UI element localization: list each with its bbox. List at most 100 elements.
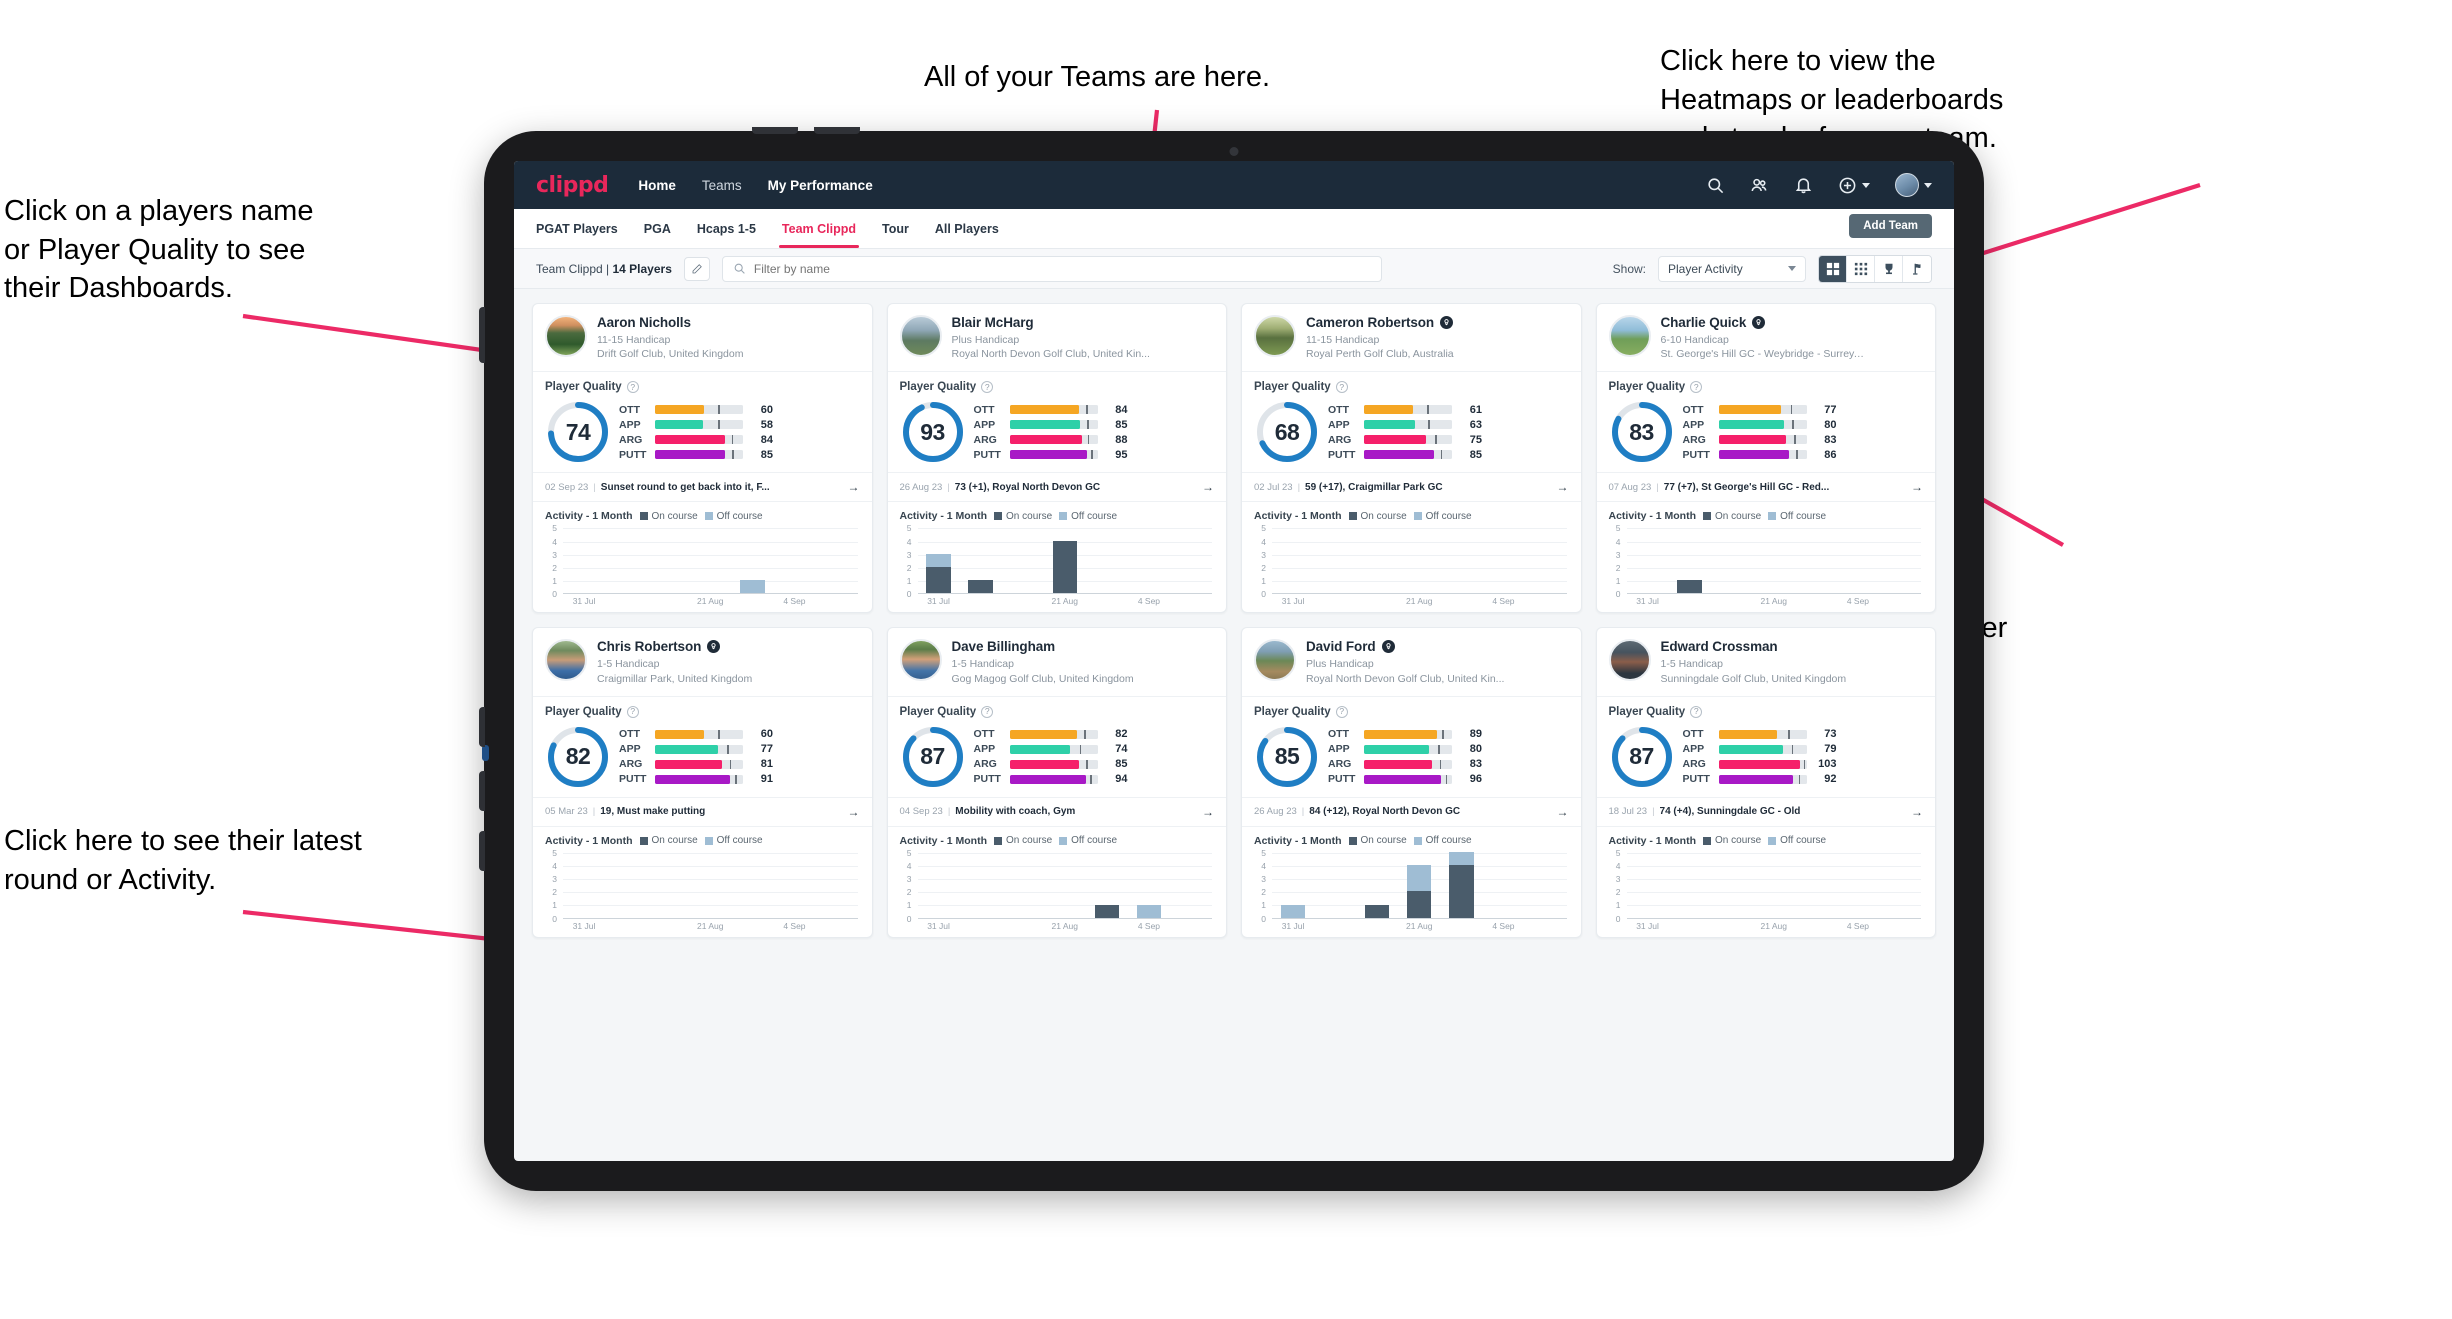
help-icon[interactable]: ?: [626, 705, 639, 718]
edit-team-button[interactable]: [683, 256, 710, 281]
help-icon[interactable]: ?: [1690, 381, 1703, 394]
player-card-header[interactable]: Charlie Quick 6-10 Handicap St. George's H…: [1596, 304, 1935, 373]
player-card[interactable]: Edward Crossman 1-5 Handicap Sunningdale G…: [1595, 627, 1936, 938]
stacked-bar[interactable]: [1136, 904, 1162, 918]
help-icon[interactable]: ?: [1335, 705, 1348, 718]
stacked-bar[interactable]: [740, 580, 765, 594]
player-quality-section[interactable]: Player Quality? 85 OTT 89 APP 80 ARG 83 PUTT 96: [1242, 697, 1581, 797]
volume-down-button[interactable]: [814, 127, 860, 134]
avatar[interactable]: [1254, 315, 1296, 357]
avatar[interactable]: [1608, 639, 1651, 682]
player-name-row[interactable]: Edward Crossman: [1661, 639, 1847, 654]
player-name[interactable]: Cameron Robertson: [1306, 315, 1434, 330]
latest-round-row[interactable]: 02 Jul 23 | 59 (+17), Craigmillar Park GC →: [1242, 472, 1581, 503]
player-quality-section[interactable]: Player Quality? 83 OTT 77 APP 80 ARG 83 PUTT 86: [1597, 372, 1936, 472]
avatar[interactable]: [899, 639, 942, 682]
arrow-right-icon[interactable]: →: [1557, 805, 1569, 819]
volume-up-button[interactable]: [752, 127, 798, 134]
latest-round-row[interactable]: 26 Aug 23 | 84 (+12), Royal North Devon GC…: [1242, 796, 1581, 827]
view-heatmap-button[interactable]: [1903, 255, 1931, 282]
player-quality-section[interactable]: Player Quality? 93 OTT 84 APP 85 ARG 88 PUTT 95: [888, 372, 1227, 472]
player-card[interactable]: Chris Robertson 1-5 Handicap Craigmillar P…: [532, 627, 873, 938]
player-card-header[interactable]: David Ford Plus Handicap Royal North Devon…: [1242, 628, 1581, 697]
latest-round-row[interactable]: 18 Jul 23 | 74 (+4), Sunningdale GC - Old →: [1596, 796, 1935, 827]
player-card-header[interactable]: Dave Billingham 1-5 Handicap Gog Magog Gol…: [887, 628, 1226, 697]
player-name-row[interactable]: Charlie Quick: [1661, 315, 1866, 330]
stacked-bar[interactable]: [1365, 904, 1390, 918]
latest-round-row[interactable]: 07 Aug 23 | 77 (+7), St George's Hill GC -…: [1596, 472, 1935, 503]
player-name[interactable]: Edward Crossman: [1661, 639, 1778, 654]
stacked-bar[interactable]: [926, 553, 951, 594]
player-quality-section[interactable]: Player Quality? 82 OTT 60 APP 77 ARG 81 PUTT 91: [533, 697, 872, 797]
player-name-row[interactable]: Aaron Nicholls: [597, 315, 743, 330]
help-icon[interactable]: ?: [981, 381, 994, 394]
player-name-row[interactable]: Cameron Robertson: [1306, 315, 1454, 330]
avatar[interactable]: [899, 315, 942, 357]
player-name[interactable]: David Ford: [1306, 639, 1376, 654]
add-team-button[interactable]: Add Team: [1849, 214, 1932, 238]
avatar[interactable]: [1254, 639, 1296, 682]
side-button-3[interactable]: [479, 831, 485, 871]
avatar[interactable]: [545, 315, 587, 357]
stacked-bar[interactable]: [1052, 540, 1077, 594]
nav-link-my-performance[interactable]: My Performance: [768, 178, 873, 193]
avatar[interactable]: [1608, 315, 1651, 357]
avatar[interactable]: [1895, 173, 1919, 197]
stacked-bar[interactable]: [1407, 864, 1432, 918]
tab-team-clippd[interactable]: Team Clippd: [778, 209, 860, 248]
help-icon[interactable]: ?: [1690, 705, 1703, 718]
player-name[interactable]: Aaron Nicholls: [597, 315, 691, 330]
player-name[interactable]: Dave Billingham: [952, 639, 1056, 654]
player-card[interactable]: Cameron Robertson 11-15 Handicap Royal Per…: [1241, 303, 1582, 614]
arrow-right-icon[interactable]: →: [848, 805, 860, 819]
player-card-header[interactable]: Chris Robertson 1-5 Handicap Craigmillar P…: [533, 628, 872, 697]
nav-link-home[interactable]: Home: [638, 178, 676, 193]
bell-icon[interactable]: [1794, 176, 1813, 195]
tab-pga[interactable]: PGA: [644, 209, 671, 248]
player-quality-section[interactable]: Player Quality? 87 OTT 73 APP 79 ARG 103 PUTT 92: [1597, 697, 1936, 797]
stacked-bar[interactable]: [1094, 904, 1120, 918]
arrow-right-icon[interactable]: →: [1557, 480, 1569, 494]
arrow-right-icon[interactable]: →: [1911, 805, 1923, 819]
latest-round-row[interactable]: 02 Sep 23 | Sunset round to get back into …: [533, 472, 872, 503]
plus-circle-icon[interactable]: [1838, 176, 1857, 195]
view-leaderboard-button[interactable]: [1875, 255, 1903, 282]
player-name-row[interactable]: Dave Billingham: [952, 639, 1134, 654]
player-name[interactable]: Blair McHarg: [952, 315, 1034, 330]
tab-pgat-players[interactable]: PGAT Players: [536, 209, 618, 248]
avatar[interactable]: [545, 639, 587, 682]
latest-round-row[interactable]: 04 Sep 23 | Mobility with coach, Gym →: [887, 796, 1226, 827]
nav-link-teams[interactable]: Teams: [702, 178, 742, 193]
search-icon[interactable]: [1706, 176, 1725, 195]
side-button-2[interactable]: [479, 771, 485, 811]
player-name[interactable]: Chris Robertson: [597, 639, 701, 654]
player-card-header[interactable]: Cameron Robertson 11-15 Handicap Royal Per…: [1242, 304, 1581, 373]
latest-round-row[interactable]: 26 Aug 23 | 73 (+1), Royal North Devon GC →: [887, 472, 1226, 503]
tab-tour[interactable]: Tour: [882, 209, 909, 248]
stacked-bar[interactable]: [968, 580, 993, 594]
player-card[interactable]: David Ford Plus Handicap Royal North Devon…: [1241, 627, 1582, 938]
latest-round-row[interactable]: 05 Mar 23 | 19, Must make putting →: [533, 796, 872, 827]
player-quality-section[interactable]: Player Quality? 74 OTT 60 APP 58 ARG 84 PUTT 85: [533, 372, 872, 472]
arrow-right-icon[interactable]: →: [1202, 805, 1214, 819]
help-icon[interactable]: ?: [981, 705, 994, 718]
player-quality-section[interactable]: Player Quality? 87 OTT 82 APP 74 ARG 85 PUTT 94: [888, 697, 1227, 797]
player-card[interactable]: Blair McHarg Plus Handicap Royal North Dev…: [886, 303, 1227, 614]
player-name[interactable]: Charlie Quick: [1661, 315, 1747, 330]
help-icon[interactable]: ?: [1335, 381, 1348, 394]
user-menu[interactable]: [1895, 173, 1932, 197]
player-card-header[interactable]: Blair McHarg Plus Handicap Royal North Dev…: [887, 304, 1226, 373]
player-card-header[interactable]: Aaron Nicholls 11-15 Handicap Drift Golf C…: [533, 304, 872, 373]
arrow-right-icon[interactable]: →: [1202, 480, 1214, 494]
search-field-wrapper[interactable]: [721, 255, 1382, 282]
search-input[interactable]: [753, 261, 1371, 276]
player-quality-section[interactable]: Player Quality? 68 OTT 61 APP 63 ARG 75 PUTT 85: [1242, 372, 1581, 472]
player-name-row[interactable]: Chris Robertson: [597, 639, 752, 654]
clippd-logo[interactable]: clippd: [536, 173, 609, 198]
player-card[interactable]: Dave Billingham 1-5 Handicap Gog Magog Gol…: [886, 627, 1227, 938]
side-button-1[interactable]: [479, 707, 485, 747]
player-card-header[interactable]: Edward Crossman 1-5 Handicap Sunningdale G…: [1596, 628, 1935, 697]
stacked-bar[interactable]: [1449, 851, 1474, 918]
power-button[interactable]: [479, 307, 485, 363]
tab-hcaps-1-5[interactable]: Hcaps 1-5: [697, 209, 756, 248]
